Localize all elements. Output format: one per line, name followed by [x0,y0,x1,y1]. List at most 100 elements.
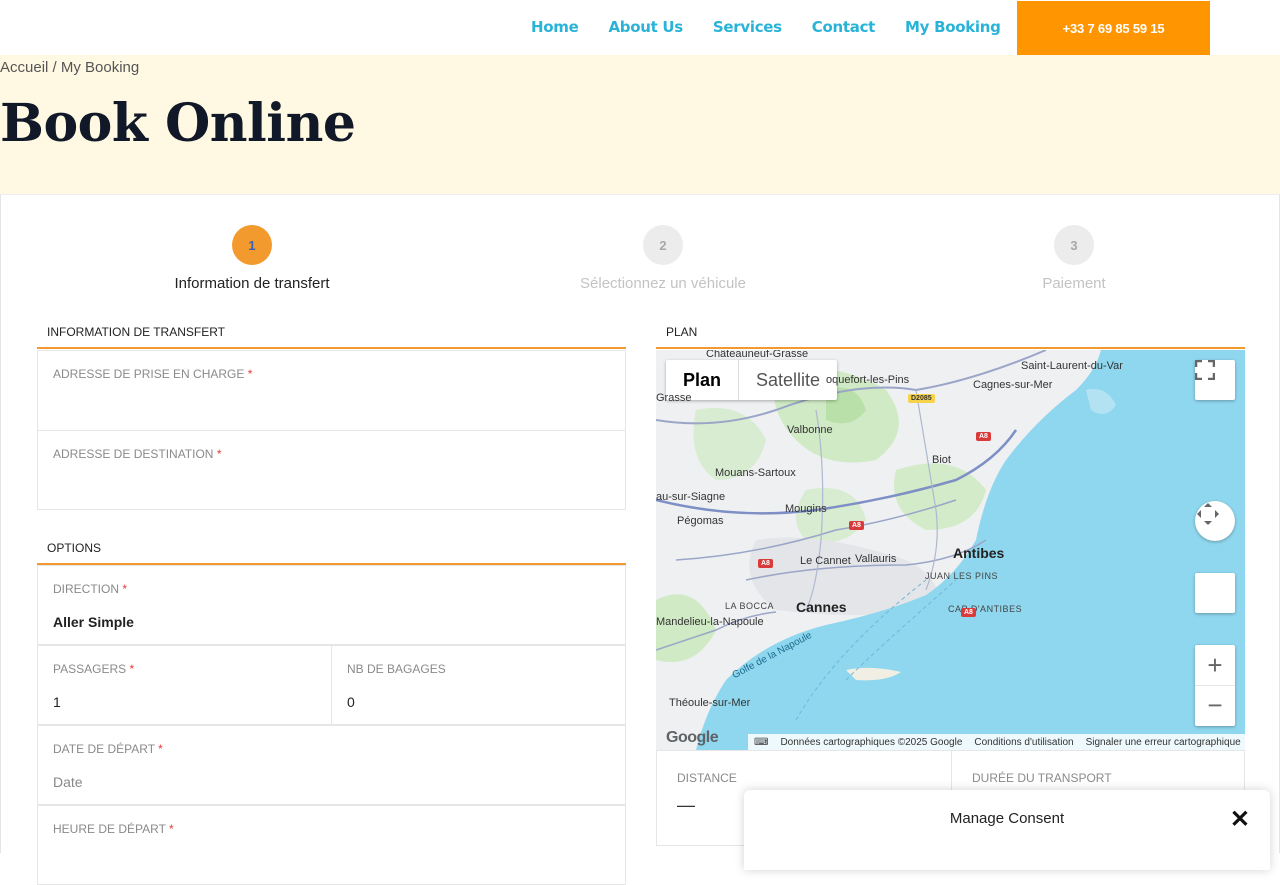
map-terms-link[interactable]: Conditions d'utilisation [974,737,1073,748]
map-place-label: CAP D'ANTIBES [948,604,1023,614]
map-place-label: Mouans-Sartoux [715,467,796,479]
required-mark: * [216,447,222,461]
map-place-label: Mandelieu-la-Napoule [656,616,764,628]
step-transfer-info: 1 Information de transfert [122,225,382,292]
passengers-field[interactable]: PASSAGERS * 1 [37,645,332,725]
zoom-control: + − [1195,645,1235,726]
map-place-label: oquefort-les-Pins [826,374,910,386]
direction-value: Aller Simple [53,614,134,630]
field-label: HEURE DE DÉPART * [53,822,610,836]
consent-title: Manage Consent [949,810,1065,827]
destination-address-field[interactable]: ADRESSE DE DESTINATION * [37,430,626,510]
map-attribution: ⌨ Données cartographiques ©2025 Google C… [748,734,1245,750]
map-section-title: PLAN [656,317,1245,349]
map-type-satellite[interactable]: Satellite [738,360,837,400]
road-shield: A8 [961,608,976,617]
direction-label-text: DIRECTION [53,582,119,596]
booking-form-card: 1 Information de transfert 2 Sélectionne… [0,195,1280,885]
route-map[interactable]: Plan Satellite Châteauneuf-Grasse oquefo… [656,350,1245,750]
duration-label: DURÉE DU TRANSPORT [972,771,1112,785]
google-logo-text: Google [666,729,719,746]
map-place-label: JUAN LES PINS [925,571,999,581]
map-place-label: Cannes [796,599,847,615]
zoom-out-button[interactable]: − [1195,686,1235,726]
pickup-address-field[interactable]: ADRESSE DE PRISE EN CHARGE * [37,350,626,431]
destination-label-text: ADRESSE DE DESTINATION [53,447,214,461]
map-place-label: Pégomas [677,515,724,527]
nav-my-booking[interactable]: My Booking [905,18,1001,36]
step-number: 2 [643,225,683,265]
field-label: PASSAGERS * [53,662,316,676]
step-select-vehicle: 2 Sélectionnez un véhicule [533,225,793,292]
bags-value: 0 [347,694,355,710]
breadcrumb-home[interactable]: Accueil [0,59,48,76]
direction-select[interactable]: DIRECTION * Aller Simple [37,565,626,645]
required-mark: * [169,822,174,836]
road-shield: A8 [758,559,773,568]
transfer-section-title: INFORMATION DE TRANSFERT [37,317,626,349]
page-title: Book Online [0,93,356,154]
map-type-toggle: Plan Satellite [666,360,838,400]
map-place-label: Théoule-sur-Mer [669,697,751,709]
camera-control-icon[interactable] [1195,501,1235,541]
step-label: Paiement [1042,275,1106,292]
field-label: ADRESSE DE PRISE EN CHARGE * [53,367,610,381]
required-mark: * [247,367,253,381]
road-shield: A8 [976,432,991,441]
map-place-label: Vallauris [855,553,897,565]
nav-contact[interactable]: Contact [812,18,876,36]
page-banner: Accueil / My Booking Book Online [0,55,1280,195]
passengers-label-text: PASSAGERS [53,662,127,676]
map-place-label: Valbonne [787,424,833,436]
breadcrumb-separator: / [52,59,57,76]
map-terrain [656,350,1245,750]
nav-services[interactable]: Services [713,18,782,36]
site-header: Home About Us Services Contact My Bookin… [0,0,1280,55]
departure-time-field[interactable]: HEURE DE DÉPART * [37,805,626,885]
field-label: DATE DE DÉPART * [53,742,610,756]
nav-about-us[interactable]: About Us [608,18,683,36]
date-placeholder: Date [53,774,83,790]
field-label: ADRESSE DE DESTINATION * [53,447,610,461]
breadcrumb: Accueil / My Booking [0,59,139,76]
map-report-link[interactable]: Signaler une erreur cartographique [1086,737,1241,748]
google-logo: Google [666,729,719,747]
field-label: DIRECTION * [53,582,610,596]
zoom-in-button[interactable]: + [1195,646,1235,686]
map-place-label: Cagnes-sur-Mer [973,379,1053,391]
required-mark: * [129,662,135,676]
map-place-label: Châteauneuf-Grasse [706,350,809,360]
map-place-label: Le Cannet [800,555,851,567]
step-label: Information de transfert [174,275,330,292]
pickup-label-text: ADRESSE DE PRISE EN CHARGE [53,367,245,381]
road-shield: D2085 [908,394,935,403]
map-place-label: Mougins [785,503,827,515]
step-number: 1 [232,225,272,265]
step-payment: 3 Paiement [944,225,1204,292]
step-label: Sélectionnez un véhicule [580,275,746,292]
phone-button[interactable]: +33 7 69 85 59 15 [1017,1,1210,55]
road-shield: A8 [849,521,864,530]
map-place-label: Antibes [953,545,1005,561]
map-place-label: Saint-Laurent-du-Var [1021,360,1123,372]
map-place-label: Grasse [656,392,692,404]
bags-field[interactable]: NB DE BAGAGES 0 [331,645,626,725]
options-section-title: OPTIONS [37,533,626,565]
required-mark: * [122,582,128,596]
street-view-pegman-icon[interactable] [1195,573,1235,613]
required-mark: * [158,742,163,756]
fullscreen-icon[interactable] [1195,360,1235,400]
breadcrumb-current: My Booking [60,59,140,76]
keyboard-icon[interactable]: ⌨ [754,737,768,748]
departure-date-field[interactable]: DATE DE DÉPART * Date [37,725,626,805]
date-label-text: DATE DE DÉPART [53,742,155,756]
nav-home[interactable]: Home [531,18,579,36]
distance-label: DISTANCE [677,771,737,785]
map-place-label: Biot [932,454,951,466]
map-place-label: au-sur-Siagne [656,491,726,503]
field-label: NB DE BAGAGES [347,662,446,676]
map-place-label: LA BOCCA [725,601,775,611]
passengers-value: 1 [53,694,61,710]
close-icon[interactable]: ✕ [1230,805,1250,834]
step-number: 3 [1054,225,1094,265]
